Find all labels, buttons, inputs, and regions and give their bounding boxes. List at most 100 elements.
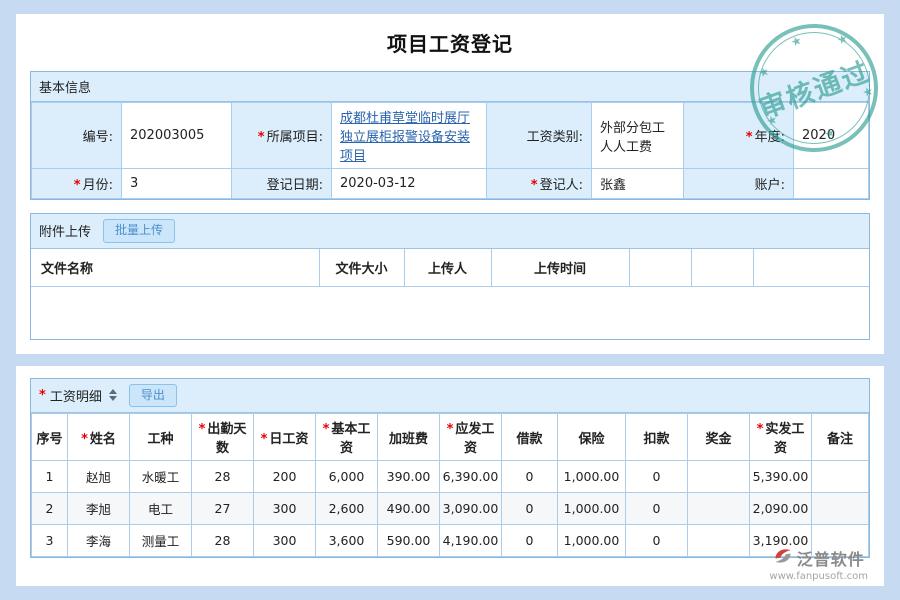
required-marker: * — [323, 422, 330, 437]
wage-cell: 490.00 — [378, 493, 440, 525]
wage-column-header: *姓名 — [68, 414, 130, 461]
attachments-column-header: 上传人 — [404, 249, 491, 287]
sort-toggle-icon[interactable] — [109, 389, 117, 401]
wage-cell: 1,000.00 — [558, 461, 626, 493]
attachments-column-header — [753, 249, 869, 287]
wage-cell: 2,600 — [316, 493, 378, 525]
wage-details-panel: * 工资明细 导出 序号*姓名工种*出勤天数*日工资*基本工资加班费*应发工资借… — [30, 378, 870, 559]
wage-type-label: 工资类别: — [487, 103, 592, 169]
wage-column-header: 序号 — [32, 414, 68, 461]
wage-cell: 1 — [32, 461, 68, 493]
wage-cell: 200 — [254, 461, 316, 493]
required-marker: * — [39, 388, 46, 403]
wage-cell: 0 — [626, 525, 688, 557]
required-marker: * — [199, 422, 206, 437]
account-label: 账户: — [684, 169, 794, 199]
required-marker: * — [531, 178, 538, 193]
wage-column-header: *出勤天数 — [192, 414, 254, 461]
attachments-column-header: 文件名称 — [31, 249, 319, 287]
project-label: *所属项目: — [232, 103, 332, 169]
required-marker: * — [746, 130, 753, 145]
wage-cell: 0 — [626, 493, 688, 525]
wage-cell — [688, 525, 750, 557]
number-value: 202003005 — [122, 103, 232, 169]
project-link[interactable]: 成都杜甫草堂临时展厅独立展柜报警设备安装项目 — [340, 111, 470, 164]
bottom-section: * 工资明细 导出 序号*姓名工种*出勤天数*日工资*基本工资加班费*应发工资借… — [16, 366, 884, 586]
required-marker: * — [447, 422, 454, 437]
page-title: 项目工资登记 — [30, 28, 870, 57]
basic-info-panel-header: 基本信息 — [31, 72, 869, 102]
wage-cell: 0 — [502, 493, 558, 525]
year-value: 2020 — [794, 103, 869, 169]
wage-details-title: 工资明细 — [50, 386, 102, 405]
wage-column-header: *应发工资 — [440, 414, 502, 461]
wage-cell: 2 — [32, 493, 68, 525]
brand-line: 泛普软件 — [769, 546, 868, 570]
wage-header-row: 序号*姓名工种*出勤天数*日工资*基本工资加班费*应发工资借款保险扣款奖金*实发… — [32, 414, 869, 461]
wage-column-header: *实发工资 — [750, 414, 812, 461]
wage-cell: 3 — [32, 525, 68, 557]
wage-cell: 27 — [192, 493, 254, 525]
wage-cell: 测量工 — [130, 525, 192, 557]
reg-date-label: 登记日期: — [232, 169, 332, 199]
basic-info-row: *月份: 3 登记日期: 2020-03-12 *登记人: 张鑫 账户: — [32, 169, 869, 199]
attachments-header-row: 文件名称文件大小上传人上传时间 — [31, 249, 869, 287]
attachments-title: 附件上传 — [39, 221, 91, 240]
registrant-label: *登记人: — [487, 169, 592, 199]
wage-cell: 1,000.00 — [558, 493, 626, 525]
footer-brand: 泛普软件 www.fanpusoft.com — [769, 546, 868, 582]
wage-type-value: 外部分包工人人工费 — [592, 103, 684, 169]
wage-details-panel-header: * 工资明细 导出 — [31, 379, 869, 414]
registrant-value: 张鑫 — [592, 169, 684, 199]
wage-row[interactable]: 3李海测量工283003,600590.004,190.0001,000.000… — [32, 525, 869, 557]
brand-url: www.fanpusoft.com — [769, 571, 868, 582]
required-marker: * — [74, 178, 81, 193]
basic-info-table: 编号: 202003005 *所属项目: 成都杜甫草堂临时展厅独立展柜报警设备安… — [31, 102, 869, 199]
attachments-panel-header: 附件上传 批量上传 — [31, 214, 869, 249]
wage-cell: 0 — [502, 525, 558, 557]
wage-cell: 390.00 — [378, 461, 440, 493]
wage-row[interactable]: 1赵旭水暖工282006,000390.006,390.0001,000.000… — [32, 461, 869, 493]
wage-cell: 28 — [192, 461, 254, 493]
wage-column-header: 保险 — [558, 414, 626, 461]
wage-column-header: 奖金 — [688, 414, 750, 461]
reg-date-value: 2020-03-12 — [332, 169, 487, 199]
wage-cell: 300 — [254, 493, 316, 525]
wage-cell: 李旭 — [68, 493, 130, 525]
wage-column-header: 扣款 — [626, 414, 688, 461]
wage-cell: 3,090.00 — [440, 493, 502, 525]
basic-info-row: 编号: 202003005 *所属项目: 成都杜甫草堂临时展厅独立展柜报警设备安… — [32, 103, 869, 169]
wage-table: 序号*姓名工种*出勤天数*日工资*基本工资加班费*应发工资借款保险扣款奖金*实发… — [31, 413, 869, 557]
wage-cell: 电工 — [130, 493, 192, 525]
wage-cell — [688, 461, 750, 493]
wage-cell: 0 — [502, 461, 558, 493]
year-label: *年度: — [684, 103, 794, 169]
attachments-empty-area — [31, 287, 869, 339]
wage-cell: 590.00 — [378, 525, 440, 557]
account-value — [794, 169, 869, 199]
wage-cell: 5,390.00 — [750, 461, 812, 493]
wage-column-header: 工种 — [130, 414, 192, 461]
wage-column-header: *日工资 — [254, 414, 316, 461]
wage-column-header: 备注 — [812, 414, 869, 461]
wage-row[interactable]: 2李旭电工273002,600490.003,090.0001,000.0002… — [32, 493, 869, 525]
wage-cell — [812, 461, 869, 493]
top-section: 项目工资登记 基本信息 编号: 202003005 *所属项目: 成都杜甫草堂临… — [16, 14, 884, 354]
required-marker: * — [757, 422, 764, 437]
wage-cell: 0 — [626, 461, 688, 493]
project-value: 成都杜甫草堂临时展厅独立展柜报警设备安装项目 — [332, 103, 487, 169]
attachments-table: 文件名称文件大小上传人上传时间 — [31, 249, 869, 287]
export-button[interactable]: 导出 — [129, 384, 177, 408]
month-value: 3 — [122, 169, 232, 199]
wage-cell: 李海 — [68, 525, 130, 557]
wage-cell — [688, 493, 750, 525]
basic-info-panel: 基本信息 编号: 202003005 *所属项目: 成都杜甫草堂临时展厅独立展柜… — [30, 71, 870, 200]
attachments-column-header: 文件大小 — [319, 249, 404, 287]
wage-column-header: *基本工资 — [316, 414, 378, 461]
batch-upload-button[interactable]: 批量上传 — [103, 219, 175, 243]
brand-name: 泛普软件 — [797, 546, 865, 570]
wage-column-header: 借款 — [502, 414, 558, 461]
number-label: 编号: — [32, 103, 122, 169]
wage-table-body: 1赵旭水暖工282006,000390.006,390.0001,000.000… — [32, 461, 869, 557]
required-marker: * — [81, 432, 88, 447]
